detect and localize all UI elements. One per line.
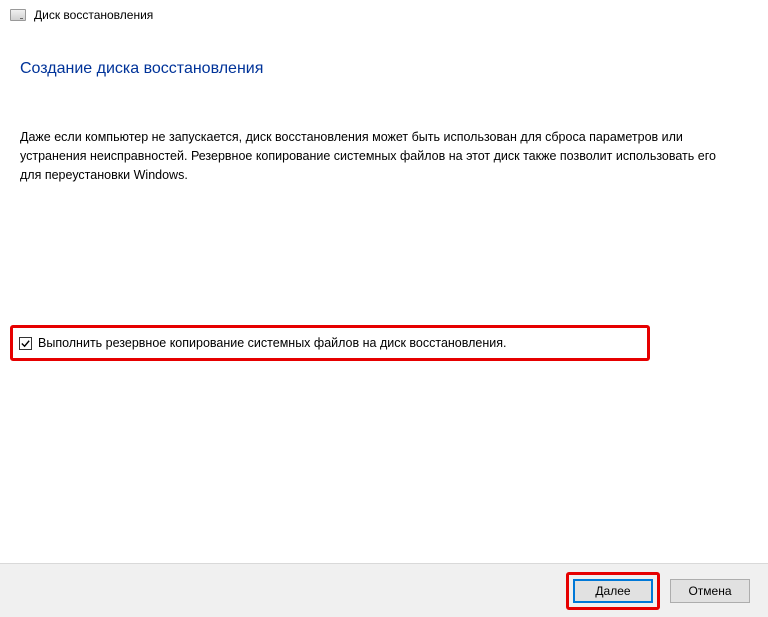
cancel-button[interactable]: Отмена — [670, 579, 750, 603]
backup-system-files-checkbox[interactable] — [19, 337, 32, 350]
backup-checkbox-label: Выполнить резервное копирование системны… — [38, 336, 507, 350]
content-area: Создание диска восстановления Даже если … — [0, 30, 768, 184]
highlight-checkbox-region: Выполнить резервное копирование системны… — [10, 325, 650, 361]
next-button[interactable]: Далее — [573, 579, 653, 603]
checkmark-icon — [20, 338, 31, 349]
drive-icon — [10, 9, 26, 21]
window-header: Диск восстановления — [0, 0, 768, 30]
highlight-next-button: Далее — [566, 572, 660, 610]
window-title: Диск восстановления — [34, 8, 153, 22]
footer-bar: Далее Отмена — [0, 563, 768, 617]
page-heading: Создание диска восстановления — [20, 60, 748, 78]
page-description: Даже если компьютер не запускается, диск… — [20, 128, 720, 184]
